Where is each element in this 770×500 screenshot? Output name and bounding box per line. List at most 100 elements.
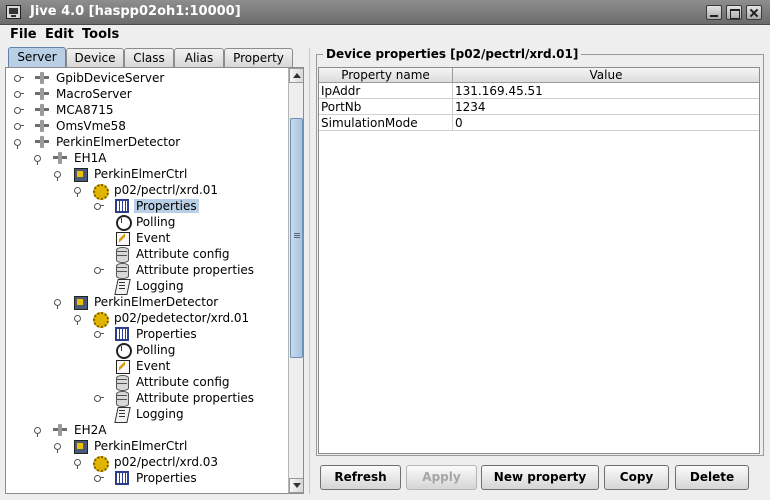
- tree-node[interactable]: Event: [94, 358, 284, 374]
- collapse-toggle-icon[interactable]: [54, 442, 62, 453]
- collapse-toggle-icon[interactable]: [34, 154, 42, 165]
- expand-toggle-icon[interactable]: [94, 394, 104, 402]
- split-pane-divider[interactable]: [307, 48, 313, 494]
- properties-icon: [114, 326, 130, 342]
- class-icon: [72, 294, 88, 310]
- scroll-up-arrow-icon[interactable]: [289, 68, 303, 83]
- app-icon: [6, 5, 21, 19]
- tree-node[interactable]: PerkinElmerDetector: [14, 134, 284, 150]
- expand-toggle-icon[interactable]: [94, 266, 104, 274]
- collapse-toggle-icon[interactable]: [54, 298, 62, 309]
- property-value-cell[interactable]: 1234: [453, 99, 759, 115]
- logging-icon: [114, 406, 130, 422]
- attribute-config-icon: [114, 374, 130, 391]
- column-header-value[interactable]: Value: [453, 68, 759, 83]
- logging-icon: [114, 278, 130, 294]
- scrollbar-thumb[interactable]: [290, 118, 303, 358]
- tree-node[interactable]: MacroServer: [14, 86, 284, 102]
- properties-icon: [114, 470, 130, 486]
- expand-toggle-icon[interactable]: [14, 90, 24, 98]
- server-icon: [52, 150, 68, 166]
- expand-toggle-icon[interactable]: [94, 330, 104, 338]
- tab-server[interactable]: Server: [8, 47, 66, 68]
- tree-node[interactable]: Polling: [94, 342, 284, 359]
- tree-node[interactable]: GpibDeviceServer: [14, 70, 284, 86]
- tab-device[interactable]: Device: [66, 48, 124, 68]
- tree-node[interactable]: p02/pectrl/xrd.03: [74, 454, 284, 472]
- new-property-button[interactable]: New property: [481, 465, 599, 490]
- property-name-cell[interactable]: IpAddr: [319, 83, 453, 99]
- server-icon: [34, 102, 50, 118]
- table-row[interactable]: SimulationMode 0: [319, 115, 759, 131]
- device-gear-icon: [92, 454, 109, 472]
- event-icon: [114, 358, 130, 374]
- server-tree-panel: GpibDeviceServer MacroServer MCA8715 Oms…: [5, 67, 304, 494]
- tab-class[interactable]: Class: [124, 48, 174, 68]
- tree-vertical-scrollbar[interactable]: [288, 68, 303, 493]
- server-tree[interactable]: GpibDeviceServer MacroServer MCA8715 Oms…: [6, 68, 287, 493]
- table-row[interactable]: IpAddr 131.169.45.51: [319, 83, 759, 99]
- collapse-toggle-icon[interactable]: [34, 426, 42, 437]
- column-header-property-name[interactable]: Property name: [319, 68, 453, 83]
- expand-toggle-icon[interactable]: [14, 74, 24, 82]
- menu-bar: File Edit Tools: [0, 25, 770, 45]
- tree-node[interactable]: Attribute properties: [94, 390, 284, 407]
- scroll-down-arrow-icon[interactable]: [289, 478, 303, 493]
- collapse-toggle-icon[interactable]: [54, 170, 62, 181]
- collapse-toggle-icon[interactable]: [74, 314, 82, 325]
- tree-node-selected[interactable]: Properties: [94, 198, 284, 214]
- attribute-properties-icon: [114, 262, 130, 279]
- properties-table[interactable]: Property name Value IpAddr 131.169.45.51…: [318, 67, 760, 454]
- expand-toggle-icon[interactable]: [14, 106, 24, 114]
- tree-node[interactable]: Event: [94, 230, 284, 246]
- tree-node[interactable]: OmsVme58: [14, 118, 284, 134]
- tree-node[interactable]: p02/pedetector/xrd.01: [74, 310, 284, 328]
- table-header: Property name Value: [319, 68, 759, 83]
- tree-node[interactable]: Properties: [94, 326, 284, 342]
- class-icon: [72, 438, 88, 454]
- attribute-config-icon: [114, 246, 130, 263]
- tab-property[interactable]: Property: [224, 48, 293, 68]
- tree-node[interactable]: EH1A: [34, 150, 284, 166]
- menu-edit[interactable]: Edit: [45, 27, 74, 42]
- refresh-button[interactable]: Refresh: [320, 465, 401, 490]
- delete-button[interactable]: Delete: [675, 465, 749, 490]
- collapse-toggle-icon[interactable]: [74, 458, 82, 469]
- server-icon: [34, 86, 50, 102]
- collapse-toggle-icon[interactable]: [74, 186, 82, 197]
- title-bar: Jive 4.0 [haspp02oh1:10000]: [0, 0, 770, 25]
- tree-node[interactable]: Logging: [94, 406, 284, 422]
- device-gear-icon: [92, 310, 109, 328]
- expand-toggle-icon[interactable]: [94, 474, 104, 482]
- menu-file[interactable]: File: [10, 27, 37, 42]
- server-icon: [34, 70, 50, 86]
- property-value-cell[interactable]: 0: [453, 115, 759, 131]
- copy-button[interactable]: Copy: [604, 465, 669, 490]
- maximize-button[interactable]: [726, 5, 742, 20]
- tree-node[interactable]: Attribute config: [94, 374, 284, 391]
- tree-node[interactable]: Attribute properties: [94, 262, 284, 279]
- property-value-cell[interactable]: 131.169.45.51: [453, 83, 759, 99]
- tree-node[interactable]: PerkinElmerCtrl: [54, 438, 284, 454]
- tree-node[interactable]: MCA8715: [14, 102, 284, 118]
- tree-node[interactable]: Polling: [94, 214, 284, 231]
- apply-button[interactable]: Apply: [406, 465, 477, 490]
- property-name-cell[interactable]: SimulationMode: [319, 115, 453, 131]
- minimize-button[interactable]: [706, 5, 722, 20]
- tree-node[interactable]: Logging: [94, 278, 284, 294]
- property-name-cell[interactable]: PortNb: [319, 99, 453, 115]
- tab-alias[interactable]: Alias: [174, 48, 224, 68]
- table-row[interactable]: PortNb 1234: [319, 99, 759, 115]
- expand-toggle-icon[interactable]: [94, 202, 104, 210]
- tree-node[interactable]: p02/pectrl/xrd.01: [74, 182, 284, 200]
- tree-node[interactable]: Properties: [94, 470, 284, 486]
- expand-toggle-icon[interactable]: [14, 122, 24, 130]
- tree-node[interactable]: PerkinElmerCtrl: [54, 166, 284, 182]
- tree-node[interactable]: PerkinElmerDetector: [54, 294, 284, 310]
- close-button[interactable]: [746, 5, 762, 20]
- tree-node[interactable]: EH2A: [34, 422, 284, 438]
- tree-node[interactable]: Attribute config: [94, 246, 284, 263]
- menu-tools[interactable]: Tools: [82, 27, 119, 42]
- collapse-toggle-icon[interactable]: [14, 138, 22, 149]
- device-gear-icon: [92, 182, 109, 200]
